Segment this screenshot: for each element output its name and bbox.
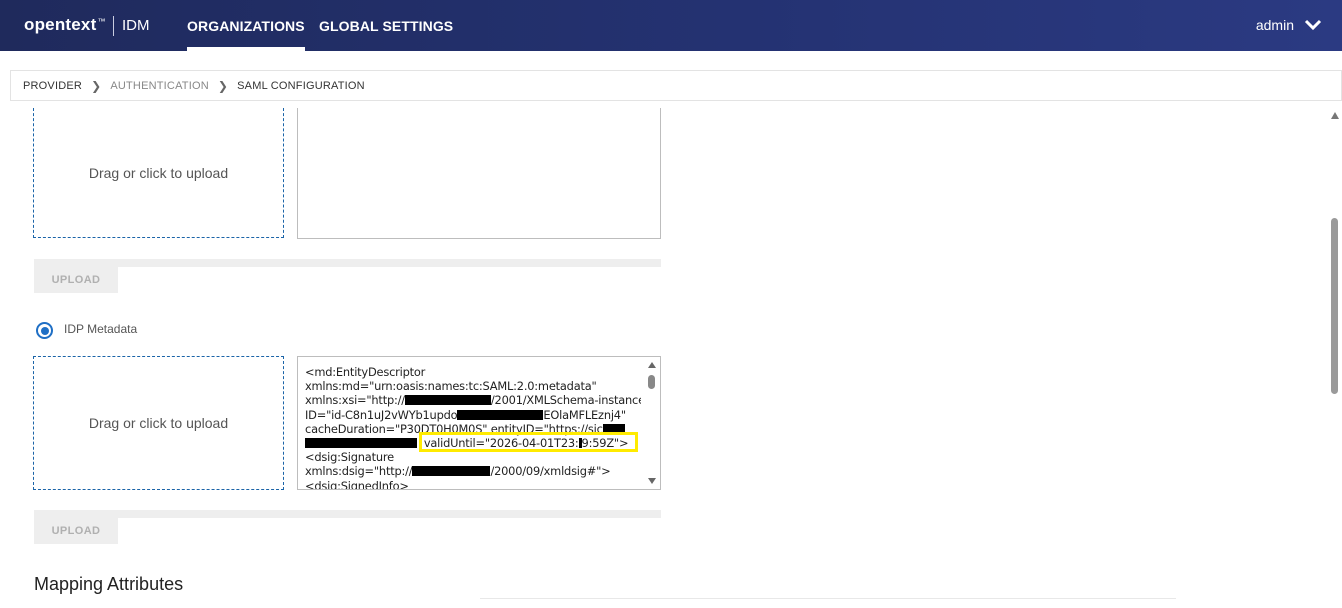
logo-divider (113, 16, 114, 36)
upload-bar (34, 510, 661, 518)
top-navigation-bar: opentext™ IDM ORGANIZATIONS GLOBAL SETTI… (0, 0, 1342, 51)
opentext-logo[interactable]: opentext™ (24, 15, 106, 35)
tab-organizations[interactable]: ORGANIZATIONS (187, 18, 305, 51)
scroll-down-arrow-icon[interactable] (648, 478, 656, 484)
user-menu[interactable]: admin (1256, 17, 1322, 33)
upload-button[interactable]: UPLOAD (34, 267, 118, 293)
breadcrumb: PROVIDER ❯ AUTHENTICATION ❯ SAML CONFIGU… (10, 70, 1342, 101)
user-name: admin (1255, 17, 1294, 33)
chevron-down-icon (1304, 19, 1322, 31)
redaction-block (404, 395, 491, 406)
dropzone-label: Drag or click to upload (88, 415, 229, 431)
idp-metadata-radio[interactable] (36, 322, 53, 339)
redaction-block (602, 423, 625, 434)
chevron-right-icon: ❯ (91, 78, 102, 93)
xml-scroll-thumb[interactable] (648, 375, 655, 389)
breadcrumb-authentication[interactable]: AUTHENTICATION (110, 80, 209, 92)
scroll-up-arrow-icon[interactable] (648, 362, 656, 368)
xml-scrollbar[interactable] (647, 360, 657, 486)
idp-metadata-textarea[interactable]: <md:EntityDescriptor xmlns:md="urn:oasis… (297, 356, 661, 490)
xml-metadata-content: <md:EntityDescriptor xmlns:md="urn:oasis… (305, 365, 641, 489)
page-scrollbar[interactable] (1328, 110, 1342, 608)
mapping-attributes-title: Mapping Attributes (34, 574, 184, 594)
scroll-thumb[interactable] (1331, 218, 1338, 394)
idp-metadata-label: IDP Metadata (64, 322, 138, 336)
upload-bar (34, 259, 661, 267)
scroll-up-arrow-icon[interactable] (1331, 112, 1339, 119)
upload-button[interactable]: UPLOAD (34, 518, 118, 544)
tab-global-settings[interactable]: GLOBAL SETTINGS (319, 18, 453, 34)
section-divider (480, 598, 1176, 599)
dropzone-label: Drag or click to upload (88, 164, 229, 181)
breadcrumb-provider[interactable]: PROVIDER (23, 80, 82, 92)
certificate-dropzone[interactable]: Drag or click to upload (33, 108, 284, 238)
redaction-block (457, 409, 544, 420)
certificate-textarea[interactable] (297, 108, 661, 239)
redaction-block (412, 466, 491, 477)
product-name: IDM (122, 17, 150, 34)
breadcrumb-saml-configuration: SAML CONFIGURATION (237, 79, 365, 92)
chevron-right-icon: ❯ (217, 78, 229, 93)
redaction-block (305, 438, 417, 449)
idp-metadata-dropzone[interactable]: Drag or click to upload (33, 356, 284, 490)
